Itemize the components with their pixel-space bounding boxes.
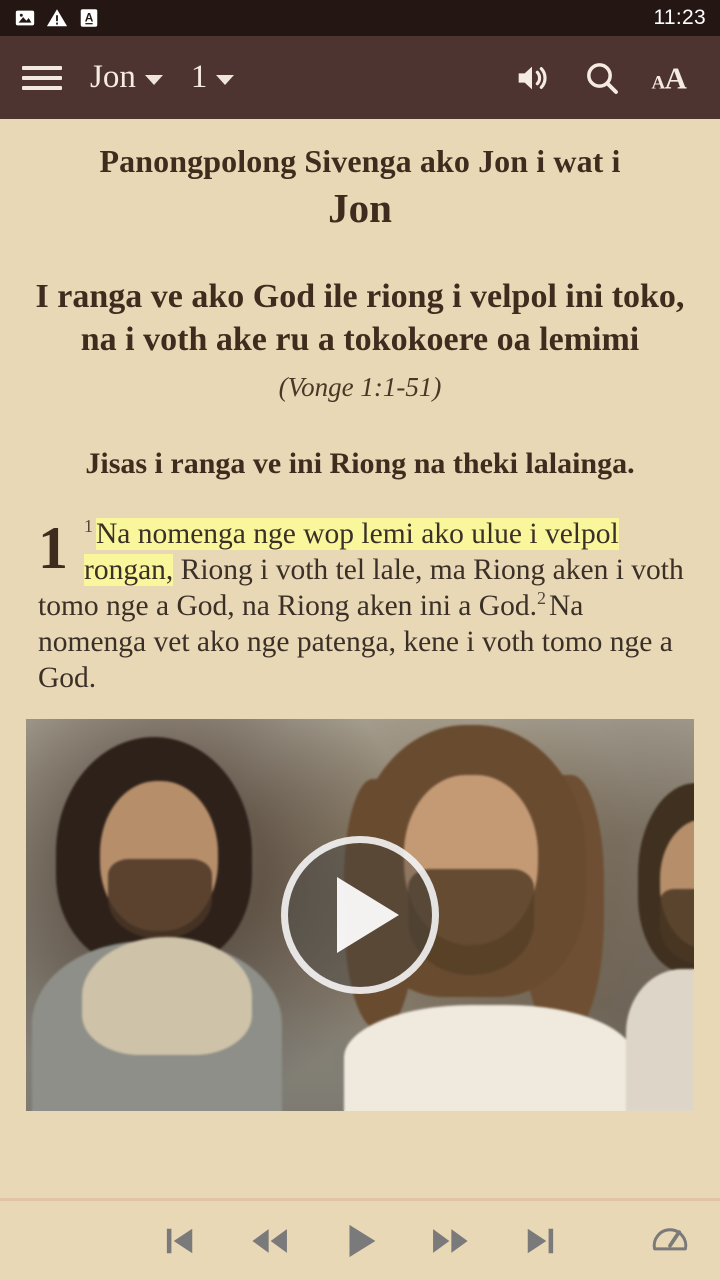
playback-speed-gauge-icon bbox=[649, 1217, 691, 1264]
text-size-button[interactable]: A A bbox=[644, 50, 700, 106]
sub-heading: Jisas i ranga ve ini Riong na theki lala… bbox=[85, 446, 635, 480]
image-icon bbox=[14, 7, 36, 29]
play-icon bbox=[337, 1218, 383, 1264]
skip-next-icon bbox=[519, 1220, 561, 1262]
svg-text:A: A bbox=[85, 11, 94, 25]
play-button-icon[interactable] bbox=[281, 835, 439, 994]
book-title: Jon bbox=[328, 184, 392, 231]
book-intro-line: Panongpolong Sivenga ako Jon i wat i bbox=[99, 143, 621, 179]
chevron-down-icon bbox=[144, 75, 163, 85]
audio-button[interactable] bbox=[504, 50, 560, 106]
video-thumbnail[interactable] bbox=[26, 718, 694, 1111]
chevron-down-icon bbox=[216, 75, 235, 85]
hamburger-line bbox=[22, 75, 62, 80]
play-triangle bbox=[337, 876, 399, 953]
svg-text:A: A bbox=[651, 72, 665, 93]
book-selector-label: Jon bbox=[90, 59, 136, 95]
speaker-volume-icon bbox=[512, 58, 552, 98]
hamburger-line bbox=[22, 85, 62, 90]
rewind-button[interactable] bbox=[242, 1213, 298, 1269]
search-icon bbox=[582, 58, 622, 98]
status-bar-icons: A bbox=[14, 7, 100, 29]
status-bar: A 11:23 bbox=[0, 0, 720, 36]
hamburger-menu-icon[interactable] bbox=[22, 63, 62, 93]
fast-forward-button[interactable] bbox=[422, 1213, 478, 1269]
hamburger-line bbox=[22, 65, 62, 70]
status-bar-clock: 11:23 bbox=[653, 6, 706, 29]
audio-player-bar bbox=[0, 1198, 720, 1280]
letter-a-box-icon: A bbox=[78, 7, 100, 29]
chapter-selector[interactable]: 1 bbox=[191, 61, 235, 94]
text-size-icon: A A bbox=[650, 58, 694, 98]
reader-content[interactable]: Panongpolong Sivenga ako Jon i wat i Jon… bbox=[0, 119, 720, 1198]
document-body: Panongpolong Sivenga ako Jon i wat i Jon… bbox=[0, 119, 720, 1111]
chapter-selector-label: 1 bbox=[190, 59, 208, 95]
section-heading: I ranga ve ako God ile riong i velpol in… bbox=[35, 277, 685, 358]
app-toolbar: Jon 1 A A bbox=[0, 36, 720, 119]
search-button[interactable] bbox=[574, 50, 630, 106]
skip-previous-button[interactable] bbox=[152, 1213, 208, 1269]
verse-number: 1 bbox=[84, 516, 93, 537]
verse-block[interactable]: 1 1 Na nomenga nge wop lemi ako ulue i vel… bbox=[18, 517, 702, 697]
section-reference: (Vonge 1:1-51) bbox=[278, 371, 442, 402]
app-root: A 11:23 Jon 1 A A Panongpolong Sivenga a… bbox=[0, 0, 720, 1280]
fast-forward-icon bbox=[428, 1219, 472, 1263]
skip-next-button[interactable] bbox=[512, 1213, 568, 1269]
player-controls bbox=[0, 1213, 720, 1269]
playback-speed-button[interactable] bbox=[642, 1213, 698, 1269]
book-selector[interactable]: Jon bbox=[90, 61, 163, 94]
play-button[interactable] bbox=[332, 1213, 388, 1269]
rewind-icon bbox=[248, 1219, 292, 1263]
verse-number: 2 bbox=[536, 588, 546, 609]
warning-icon bbox=[46, 7, 68, 29]
skip-previous-icon bbox=[159, 1220, 201, 1262]
chapter-drop-cap: 1 bbox=[38, 514, 68, 581]
svg-text:A: A bbox=[665, 61, 688, 95]
